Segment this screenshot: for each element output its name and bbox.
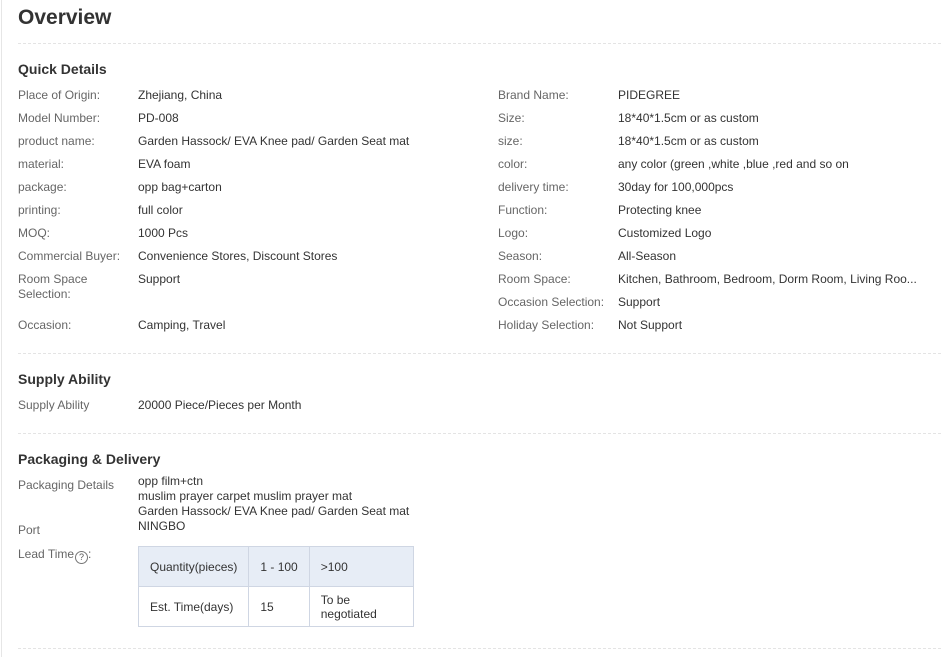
divider [18,433,941,434]
supply-ability-heading: Supply Ability [18,371,111,387]
packaging-detail-line: muslim prayer carpet muslim prayer mat [138,489,353,503]
detail-value: Garden Hassock/ EVA Knee pad/ Garden Sea… [138,134,410,148]
packaging-detail-line: Garden Hassock/ EVA Knee pad/ Garden Sea… [138,504,410,518]
divider [18,648,941,649]
quick-details-heading: Quick Details [18,61,107,77]
table-header-row: Quantity(pieces) 1 - 100 >100 [137,546,414,587]
detail-value: Camping, Travel [138,318,226,332]
lead-time-colon: : [88,547,92,561]
detail-label: package: [18,180,67,194]
detail-value: any color (green ,white ,blue ,red and s… [618,157,849,171]
table-cell: Est. Time(days) [137,586,250,627]
detail-value: 30day for 100,000pcs [618,180,734,194]
detail-value: Protecting knee [618,203,702,217]
detail-value: 20000 Piece/Pieces per Month [138,398,302,412]
detail-label: printing: [18,203,61,217]
detail-value: 1000 Pcs [138,226,189,240]
detail-value: Kitchen, Bathroom, Bedroom, Dorm Room, L… [618,272,917,286]
detail-label: Packaging Details [18,478,115,492]
detail-label: Lead Time?: [18,547,91,564]
detail-label: delivery time: [498,180,569,194]
detail-label: Room Space Selection: [18,272,88,301]
detail-value: PD-008 [138,111,179,125]
table-header-cell: Quantity(pieces) [137,546,250,587]
detail-value: EVA foam [138,157,191,171]
detail-label: Place of Origin: [18,88,101,102]
lead-time-label: Lead Time [18,547,75,561]
detail-label: Model Number: [18,111,101,125]
detail-label: Occasion Selection: [498,295,605,309]
left-border [1,0,2,657]
detail-value: Zhejiang, China [138,88,223,102]
detail-label: Function: [498,203,548,217]
table-cell: To be negotiated [308,586,414,627]
detail-value: 18*40*1.5cm or as custom [618,111,759,125]
detail-label: Brand Name: [498,88,569,102]
packaging-detail-line: opp film+ctn [138,474,204,488]
detail-value: 18*40*1.5cm or as custom [618,134,759,148]
detail-value: Customized Logo [618,226,712,240]
detail-value: Support [138,272,181,286]
detail-label: Holiday Selection: [498,318,595,332]
lead-time-table: Quantity(pieces) 1 - 100 >100 Est. Time(… [137,546,414,627]
detail-label: Port [18,523,41,537]
detail-value: Not Support [618,318,683,332]
detail-label: Logo: [498,226,529,240]
detail-label: Season: [498,249,543,263]
detail-label: Size: [498,111,525,125]
detail-label: material: [18,157,65,171]
detail-value: Support [618,295,661,309]
divider [18,353,941,354]
detail-value: Convenience Stores, Discount Stores [138,249,338,263]
detail-value: All-Season [618,249,677,263]
table-header-cell: >100 [308,546,414,587]
detail-label: Supply Ability [18,398,90,412]
detail-value: full color [138,203,183,217]
detail-label: Commercial Buyer: [18,249,121,263]
detail-label: color: [498,157,528,171]
detail-label: Occasion: [18,318,72,332]
detail-value: opp bag+carton [138,180,222,194]
detail-label: product name: [18,134,95,148]
detail-value: PIDEGREE [618,88,681,102]
page-title: Overview [18,6,112,29]
port-value: NINGBO [138,519,186,533]
divider [18,43,941,44]
detail-label: size: [498,134,523,148]
table-cell: 15 [248,586,310,627]
packaging-delivery-heading: Packaging & Delivery [18,451,161,467]
table-row: Est. Time(days) 15 To be negotiated [137,586,414,627]
detail-label: Room Space: [498,272,571,286]
table-header-cell: 1 - 100 [248,546,310,587]
detail-label: MOQ: [18,226,50,240]
help-icon[interactable]: ? [75,551,89,564]
